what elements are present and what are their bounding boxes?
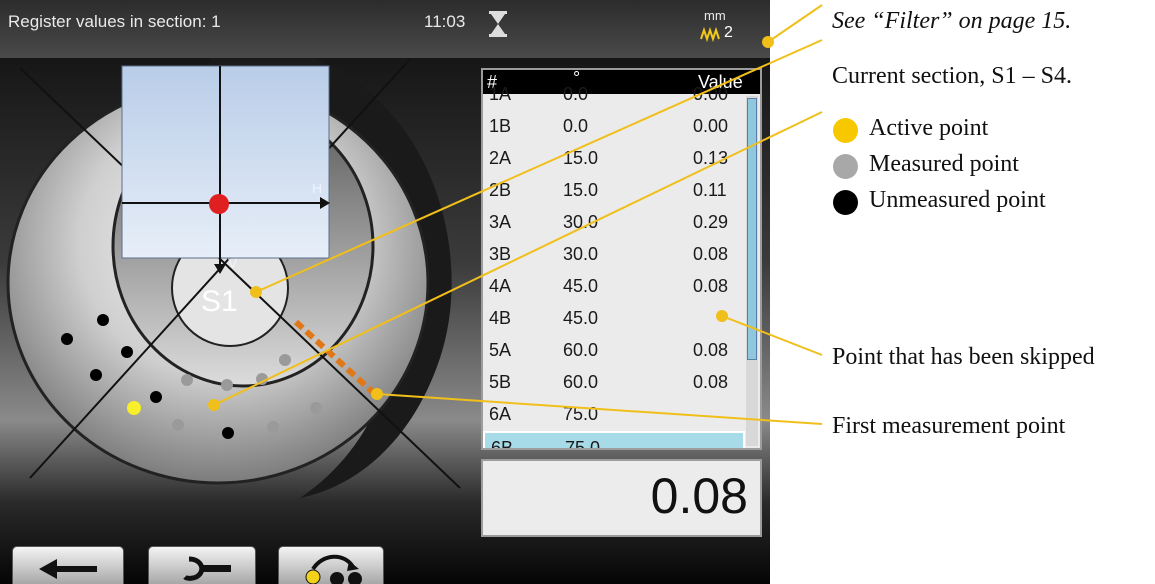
annotation-skipped-point: Point that has been skipped (832, 344, 1095, 370)
unmeasured-point-legend-icon (833, 190, 858, 215)
active-point-legend-icon (833, 118, 858, 143)
annotation-filter: See “Filter” on page 15. (832, 8, 1072, 34)
measured-point-legend-icon (833, 154, 858, 179)
annotation-section: Current section, S1 – S4. (832, 63, 1072, 89)
annotation-first-point: First measurement point (832, 413, 1066, 439)
annotation-unmeasured-point: Unmeasured point (869, 187, 1046, 213)
annotation-measured-point: Measured point (869, 151, 1019, 177)
annotation-active-point: Active point (869, 115, 989, 141)
